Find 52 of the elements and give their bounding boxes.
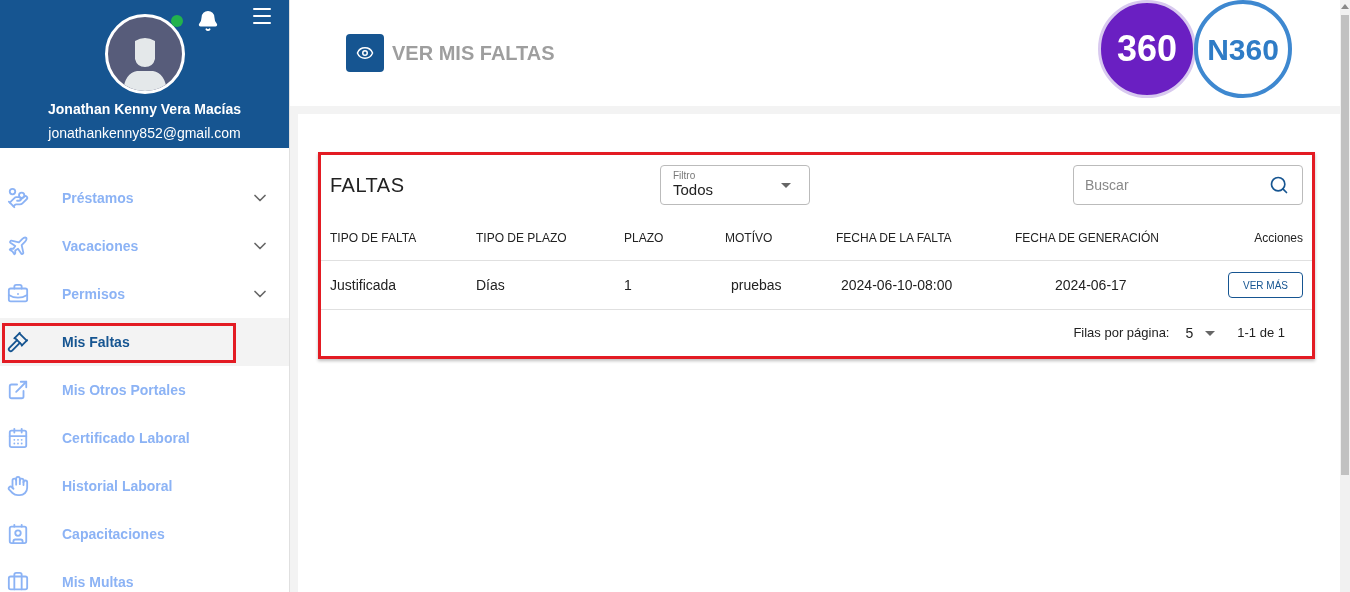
calendar-icon [7, 427, 29, 449]
table-cell: Días [476, 277, 505, 293]
sidebar-item[interactable]: Permisos [0, 270, 289, 318]
search-icon[interactable] [1269, 175, 1289, 195]
external-link-icon [7, 379, 29, 401]
scrollbar-thumb[interactable] [1341, 15, 1349, 475]
search-field[interactable]: Buscar [1073, 165, 1303, 205]
table-cell: 2024-06-17 [1055, 277, 1127, 293]
sidebar-item[interactable]: Certificado Laboral [0, 414, 289, 462]
scroll-up-arrow-icon[interactable] [1341, 4, 1349, 9]
table-cell: 1 [624, 277, 632, 293]
coins-hand-icon [7, 187, 29, 209]
column-header: TIPO DE PLAZO [476, 229, 568, 247]
notification-bell-icon[interactable] [197, 10, 219, 32]
column-header: MOTÍVO [725, 229, 774, 247]
hand-icon [7, 475, 29, 497]
sidebar-item[interactable]: Mis Multas [0, 558, 289, 592]
column-header: Acciones [1253, 229, 1303, 247]
scrollbar[interactable] [1340, 0, 1350, 592]
view-more-button[interactable]: VER MÁS [1228, 272, 1303, 298]
sidebar-item[interactable]: Mis Otros Portales [0, 366, 289, 414]
user-name: Jonathan Kenny Vera Macías [48, 100, 241, 119]
rows-per-page-label: Filas por página: [1073, 324, 1170, 343]
table-cell: 2024-06-10-08:00 [841, 277, 953, 293]
dropdown-caret-icon [1205, 330, 1216, 336]
sidebar-item[interactable]: Vacaciones [0, 222, 289, 270]
table-cell: Justificada [330, 277, 397, 293]
rows-per-page-select[interactable]: 5 [1185, 322, 1216, 344]
id-badge-icon [7, 523, 29, 545]
sidebar-item[interactable]: Capacitaciones [0, 510, 289, 558]
plane-icon [7, 235, 29, 257]
column-header: FECHA DE LA FALTA [836, 229, 953, 247]
sidebar-item[interactable]: Historial Laboral [0, 462, 289, 510]
page-title: VER MIS FALTAS [392, 41, 555, 66]
folder-case-icon [7, 283, 29, 305]
logo: N360 [1194, 0, 1292, 98]
table-cell: pruebas [731, 277, 782, 293]
sidebar-item[interactable]: Préstamos [0, 174, 289, 222]
column-header: FECHA DE GENERACIÓN [1015, 229, 1161, 247]
table-title: FALTAS [330, 173, 406, 198]
column-header: TIPO DE FALTA [330, 229, 418, 247]
eye-icon [356, 44, 374, 62]
sidebar-item[interactable]: Mis Faltas [0, 318, 289, 366]
filter-select[interactable]: Filtro Todos [660, 165, 810, 205]
gavel-icon [7, 331, 29, 353]
briefcase-icon [7, 571, 29, 592]
logo: 360 [1098, 0, 1196, 98]
page-range: 1-1 de 1 [1237, 324, 1285, 343]
dropdown-caret-icon [781, 183, 791, 188]
column-header: PLAZO [624, 229, 665, 247]
user-email: jonathankenny852@gmail.com [48, 124, 241, 143]
eye-button[interactable] [346, 34, 384, 72]
